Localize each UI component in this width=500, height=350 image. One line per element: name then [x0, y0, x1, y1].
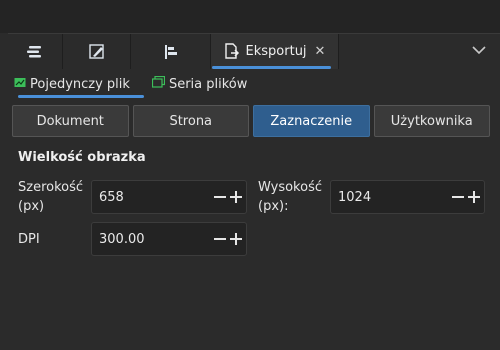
tabs-menu-button[interactable]	[464, 34, 494, 69]
tab-export[interactable]: Eksportuj ✕	[211, 34, 339, 69]
close-icon[interactable]: ✕	[315, 44, 326, 59]
active-tab-indicator	[212, 66, 331, 69]
area-page-button[interactable]: Strona	[132, 105, 249, 137]
window-top-strip	[0, 0, 500, 33]
subtab-batch[interactable]: Seria plików	[151, 72, 248, 96]
width-increment-icon[interactable]	[230, 189, 242, 205]
dock-tab-bar: Eksportuj ✕	[8, 33, 500, 69]
export-area-selector: Dokument Strona Zaznaczenie Użytkownika	[12, 105, 490, 137]
tab-align[interactable]	[131, 34, 211, 69]
width-value[interactable]: 658	[92, 190, 214, 205]
height-label: Wysokość (px):	[258, 180, 322, 214]
tab-export-label: Eksportuj	[245, 44, 307, 59]
height-spinbox[interactable]: 1024	[330, 180, 485, 214]
export-icon	[224, 43, 240, 60]
subtab-single-file-label: Pojedynczy plik	[30, 76, 130, 92]
width-spinbox[interactable]: 658	[91, 180, 247, 214]
single-file-icon	[14, 77, 26, 92]
width-decrement-icon[interactable]	[214, 189, 226, 205]
batch-files-icon	[151, 75, 166, 92]
dpi-value[interactable]: 300.00	[92, 232, 214, 247]
align-icon	[163, 44, 179, 60]
tab-layers[interactable]	[8, 34, 63, 69]
subtab-single-file[interactable]: Pojedynczy plik	[14, 72, 130, 96]
dpi-label: DPI	[18, 232, 40, 247]
image-size-heading: Wielkość obrazka	[18, 150, 146, 165]
subtab-batch-label: Seria plików	[168, 76, 248, 92]
dpi-spinbox[interactable]: 300.00	[91, 222, 247, 256]
area-document-button[interactable]: Dokument	[12, 105, 129, 137]
tab-fill-stroke[interactable]	[63, 34, 131, 69]
width-label: Szerokość (px)	[18, 180, 84, 214]
height-increment-icon[interactable]	[468, 189, 480, 205]
area-selection-button[interactable]: Zaznaczenie	[253, 105, 370, 137]
dpi-decrement-icon[interactable]	[214, 231, 226, 247]
layers-icon	[26, 44, 44, 60]
area-custom-button[interactable]: Użytkownika	[373, 105, 490, 137]
active-subtab-indicator	[18, 95, 144, 98]
height-value[interactable]: 1024	[331, 190, 452, 205]
export-mode-tabs: Pojedynczy plik Seria plików	[14, 72, 269, 96]
dpi-increment-icon[interactable]	[230, 231, 242, 247]
chevron-down-icon	[472, 44, 486, 59]
pen-icon	[88, 43, 106, 61]
height-decrement-icon[interactable]	[452, 189, 464, 205]
